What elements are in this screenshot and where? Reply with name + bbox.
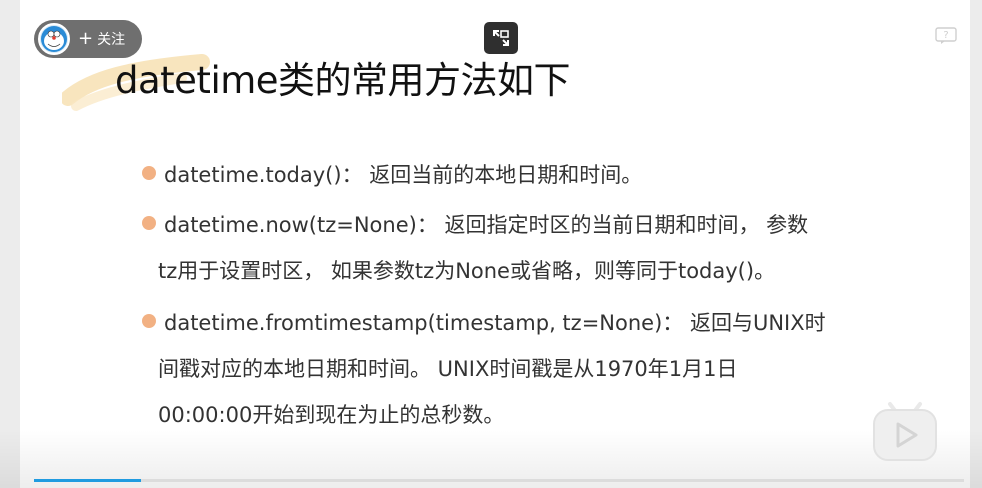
bullet-dot bbox=[142, 216, 156, 230]
play-icon bbox=[873, 402, 937, 461]
bullet-text-continued: 间戳对应的本地日期和时间。 UNIX时间戳是从1970年1月1日 bbox=[158, 357, 738, 381]
follow-button[interactable]: + 关注 bbox=[34, 20, 142, 58]
restore-screen-button[interactable] bbox=[484, 22, 518, 54]
restore-screen-icon bbox=[493, 30, 509, 46]
bullet-text-continued: tz用于设置时区， 如果参数tz为None或省略，则等同于today()。 bbox=[158, 259, 776, 283]
doraemon-avatar-icon bbox=[41, 26, 67, 52]
follow-label: 关注 bbox=[97, 32, 126, 48]
bullet-text: datetime.today()： 返回当前的本地日期和时间。 bbox=[164, 163, 643, 187]
follow-label-group: + 关注 bbox=[78, 29, 125, 49]
plus-icon: + bbox=[78, 28, 94, 49]
play-button[interactable] bbox=[872, 400, 938, 462]
progress-fill bbox=[34, 479, 141, 482]
bullet-text: datetime.fromtimestamp(timestamp, tz=Non… bbox=[164, 311, 826, 335]
avatar[interactable] bbox=[38, 23, 70, 55]
bullet-item-fromtimestamp: datetime.fromtimestamp(timestamp, tz=Non… bbox=[140, 300, 826, 438]
bullet-dot bbox=[142, 314, 156, 328]
bullet-text: datetime.now(tz=None)： 返回指定时区的当前日期和时间， 参… bbox=[164, 213, 809, 237]
video-progress-bar[interactable] bbox=[34, 479, 964, 482]
help-button[interactable]: ? bbox=[934, 26, 958, 46]
svg-text:?: ? bbox=[943, 30, 948, 41]
bullet-item-today: datetime.today()： 返回当前的本地日期和时间。 bbox=[140, 152, 642, 198]
bullet-text-continued: 00:00:00开始到现在为止的总秒数。 bbox=[158, 403, 505, 427]
slide-title: datetime类的常用方法如下 bbox=[115, 59, 571, 102]
bullet-dot bbox=[142, 166, 156, 180]
help-icon: ? bbox=[935, 27, 957, 44]
slide-canvas: datetime类的常用方法如下 datetime.today()： 返回当前的… bbox=[20, 0, 970, 488]
bullet-item-now: datetime.now(tz=None)： 返回指定时区的当前日期和时间， 参… bbox=[140, 202, 808, 294]
